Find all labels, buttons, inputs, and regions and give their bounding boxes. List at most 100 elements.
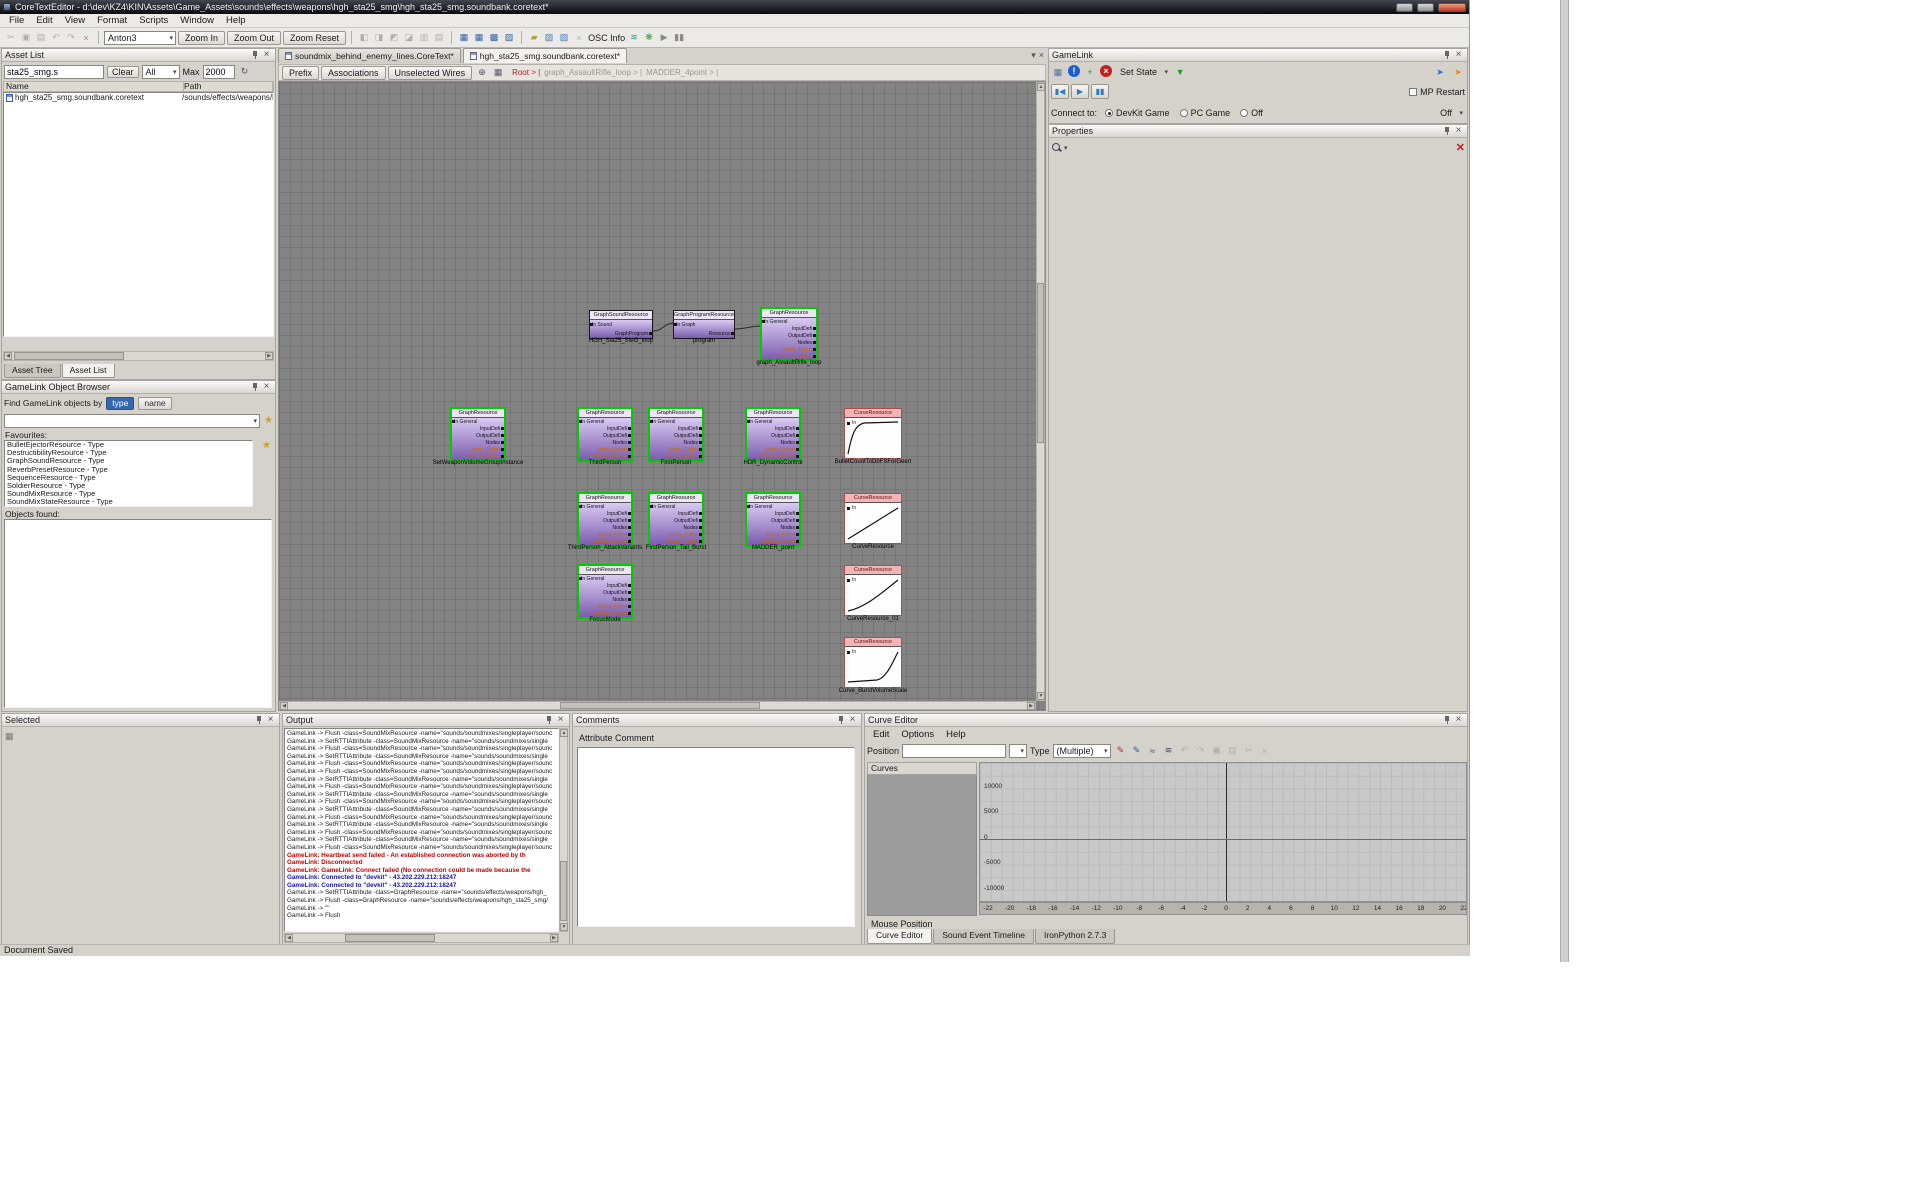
node-row[interactable]: InputDefi: [747, 510, 799, 517]
goto-game-icon[interactable]: ➤: [1433, 65, 1447, 79]
fit-view-icon[interactable]: ⊕: [475, 66, 489, 80]
node-row[interactable]: Inputs_Editor: [747, 531, 799, 538]
breadcrumb-root[interactable]: Root > |: [512, 68, 540, 77]
node-row[interactable]: In General: [452, 418, 504, 425]
radio-devkit-game[interactable]: DevKit Game: [1105, 108, 1170, 118]
goto-editor-icon[interactable]: ➤: [1451, 65, 1465, 79]
graph-node[interactable]: GraphResourceIn GeneralInputDefiOutputDe…: [578, 408, 632, 461]
menu-edit[interactable]: Edit: [30, 15, 58, 26]
graph-button-associations[interactable]: Associations: [321, 66, 386, 80]
graph-button-prefix[interactable]: Prefix: [282, 66, 319, 80]
smooth-tangent-icon[interactable]: ≈: [1146, 744, 1160, 758]
node-row[interactable]: Outputs_Editor: [579, 453, 631, 460]
graph-node[interactable]: GraphResourceIn GeneralInputDefiOutputDe…: [649, 408, 703, 461]
node-row[interactable]: In General: [579, 575, 631, 582]
canvas-hscrollbar[interactable]: ◀▶: [279, 701, 1036, 710]
menu-view[interactable]: View: [59, 15, 91, 26]
edit-key-icon[interactable]: ✎: [1130, 744, 1144, 758]
node-row[interactable]: Resource: [674, 329, 734, 338]
node-row[interactable]: In General: [650, 503, 702, 510]
node-row[interactable]: Outputs_Editor: [579, 610, 631, 617]
node-row[interactable]: OutputDefi: [650, 517, 702, 524]
node-row[interactable]: Outputs_Editor: [452, 453, 504, 460]
osc-creature-icon[interactable]: ❋: [642, 31, 656, 45]
node-row[interactable]: In General: [747, 418, 799, 425]
node-row[interactable]: Nodes: [650, 439, 702, 446]
close-icon[interactable]: [261, 50, 272, 61]
search-icon[interactable]: [1051, 142, 1062, 153]
node-row[interactable]: InputDefi: [579, 425, 631, 432]
breadcrumb-item[interactable]: MADDER_4point > |: [646, 68, 718, 77]
node-wire[interactable]: [735, 326, 761, 329]
node-row[interactable]: Outputs_Editor: [579, 538, 631, 545]
node-wire[interactable]: [653, 323, 674, 331]
graph-node[interactable]: CurveResourceIn: [844, 408, 902, 459]
menu-window[interactable]: Window: [174, 15, 220, 26]
node-row[interactable]: InputDefi: [579, 510, 631, 517]
comment-textarea[interactable]: [577, 747, 855, 927]
node-row[interactable]: Inputs_Editor: [452, 446, 504, 453]
pin-icon[interactable]: [250, 382, 261, 393]
menu-help[interactable]: Help: [220, 15, 252, 26]
graph-node[interactable]: GraphResourceIn GeneralInputDefiOutputDe…: [578, 565, 632, 618]
node-row[interactable]: OutputDefi: [762, 332, 816, 339]
node-in-port[interactable]: In: [847, 505, 856, 511]
tab-asset-list[interactable]: Asset List: [62, 364, 115, 378]
asset-filter-combo[interactable]: All: [142, 65, 180, 79]
graph-node[interactable]: CurveResourceIn: [844, 637, 902, 688]
menu-scripts[interactable]: Scripts: [133, 15, 174, 26]
node-in-port[interactable]: In: [847, 577, 856, 583]
play-icon[interactable]: ▶: [657, 31, 671, 45]
node-row[interactable]: Inputs_Editor: [762, 346, 816, 353]
node-row[interactable]: OutputDefi: [579, 589, 631, 596]
node-row[interactable]: Nodes: [650, 524, 702, 531]
state-grid-icon[interactable]: ▦: [1051, 65, 1065, 79]
zoom-out-button[interactable]: Zoom Out: [227, 31, 281, 45]
node-row[interactable]: In Graph: [674, 320, 734, 329]
asset-row[interactable]: hgh_sta25_smg.soundbank.coretext/sounds/…: [4, 93, 273, 102]
curve-grid[interactable]: 1000050000-5000-10000: [979, 762, 1467, 902]
node-row[interactable]: Inputs_Editor: [650, 531, 702, 538]
tab-sound-event-timeline[interactable]: Sound Event Timeline: [933, 929, 1034, 944]
pin-icon[interactable]: [1442, 715, 1453, 726]
minimize-button[interactable]: [1396, 3, 1413, 12]
radio-off[interactable]: Off: [1240, 108, 1263, 118]
canvas-vscrollbar[interactable]: ▲▼: [1036, 82, 1045, 701]
mp-restart-checkbox[interactable]: MP Restart: [1409, 87, 1465, 97]
clear-filter-icon[interactable]: ✕: [1456, 141, 1465, 154]
node-row[interactable]: Outputs_Editor: [747, 538, 799, 545]
asset-hscrollbar[interactable]: ◀▶: [3, 351, 274, 361]
node-row[interactable]: Nodes: [452, 439, 504, 446]
close-icon[interactable]: [1453, 50, 1464, 61]
refresh-icon[interactable]: ↻: [238, 65, 252, 79]
node-row[interactable]: Nodes: [579, 439, 631, 446]
close-icon[interactable]: [1453, 126, 1464, 137]
tab-asset-tree[interactable]: Asset Tree: [4, 364, 61, 378]
node-row[interactable]: Nodes: [747, 439, 799, 446]
output-log[interactable]: GameLink -> Flush -class=SoundMixResourc…: [284, 728, 559, 932]
screenshot-icon[interactable]: ▨: [542, 31, 556, 45]
node-row[interactable]: Inputs_Editor: [579, 531, 631, 538]
node-row[interactable]: InputDefi: [650, 425, 702, 432]
node-row[interactable]: InputDefi: [762, 325, 816, 332]
node-row[interactable]: In General: [579, 418, 631, 425]
pin-icon[interactable]: [250, 50, 261, 61]
import-icon[interactable]: ▨: [502, 31, 516, 45]
image-icon[interactable]: ▨: [557, 31, 571, 45]
close-icon[interactable]: [1453, 715, 1464, 726]
favourite-star-icon[interactable]: ★: [264, 416, 273, 426]
find-combo[interactable]: [4, 414, 260, 428]
node-row[interactable]: Outputs_Editor: [747, 453, 799, 460]
node-row[interactable]: OutputDefi: [747, 517, 799, 524]
position-combo[interactable]: [1009, 744, 1027, 758]
clear-button[interactable]: Clear: [107, 66, 139, 78]
menu-format[interactable]: Format: [91, 15, 133, 26]
node-row[interactable]: OutputDefi: [747, 432, 799, 439]
graph-node[interactable]: GraphResourceIn GeneralInputDefiOutputDe…: [761, 308, 817, 361]
pin-icon[interactable]: [1442, 126, 1453, 137]
node-row[interactable]: In General: [762, 318, 816, 325]
node-row[interactable]: InputDefi: [579, 582, 631, 589]
off-dropdown[interactable]: Off: [1435, 107, 1465, 119]
node-row[interactable]: InputDefi: [452, 425, 504, 432]
zoom-in-button[interactable]: Zoom In: [178, 31, 225, 45]
